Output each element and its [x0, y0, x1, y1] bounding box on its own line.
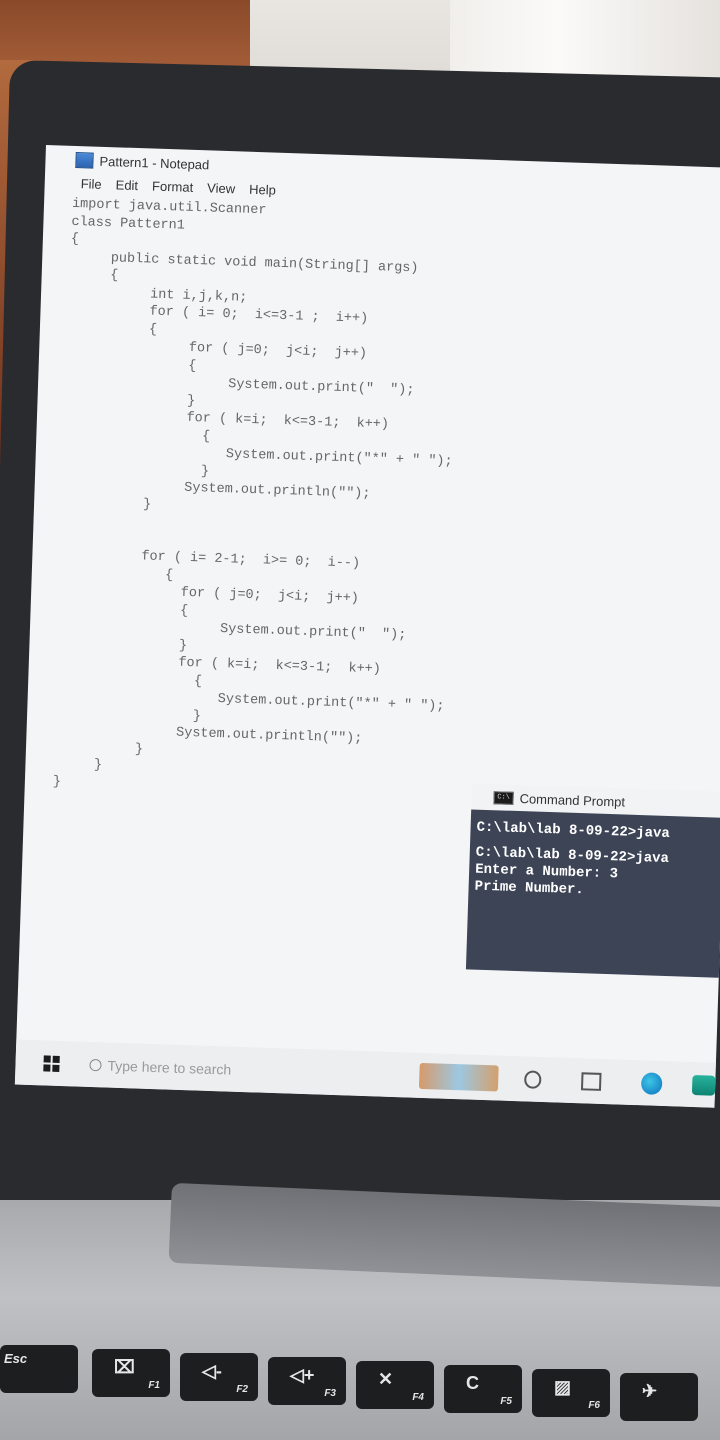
keyboard-key[interactable]: ◁+ F3	[268, 1357, 346, 1405]
taskbar-search[interactable]: Type here to search	[89, 1056, 330, 1080]
command-prompt-title: Command Prompt	[519, 790, 626, 810]
keyboard-key[interactable]: ▨ F6	[532, 1369, 610, 1417]
search-highlight-image[interactable]	[419, 1062, 499, 1092]
menu-view[interactable]: View	[207, 180, 235, 199]
windows-start-icon[interactable]	[43, 1054, 60, 1072]
function-key-row: Esc ⌧ F1 ◁- F2 ◁+ F3 ✕ F4 C F5 ▨ F6 ✈	[0, 1345, 720, 1440]
terminal-icon: C:\	[493, 790, 514, 805]
key-symbol-icon: ▨	[554, 1377, 572, 1397]
keyboard-key[interactable]: ✕ F4	[356, 1361, 434, 1409]
keyboard-key[interactable]: ⌧ F1	[92, 1349, 170, 1397]
code-editor[interactable]: import java.util.Scanner class Pattern1{ …	[53, 196, 712, 812]
key-label: F3	[324, 1388, 336, 1399]
key-label: F2	[236, 1384, 248, 1395]
keyboard-key[interactable]: Esc	[0, 1345, 78, 1393]
key-symbol-icon: ✈	[642, 1381, 658, 1401]
keyboard-key[interactable]: C F5	[444, 1365, 522, 1413]
key-symbol-icon: ◁-	[202, 1361, 222, 1381]
key-label: F4	[412, 1392, 424, 1403]
command-prompt-window[interactable]: C:\ Command Prompt C:\lab\lab 8-09-22>ja…	[465, 783, 720, 978]
task-view-icon[interactable]	[581, 1071, 602, 1091]
cortana-icon[interactable]	[523, 1069, 543, 1089]
keyboard-key[interactable]: ◁- F2	[180, 1353, 258, 1401]
key-symbol-icon: ⌧	[114, 1357, 135, 1377]
key-label: F1	[148, 1380, 160, 1391]
menu-file[interactable]: File	[80, 176, 101, 195]
menu-help[interactable]: Help	[249, 182, 276, 201]
key-label: F5	[500, 1396, 512, 1407]
keyboard-key[interactable]: ✈	[620, 1373, 698, 1421]
window-title: Pattern1 - Notepad	[99, 153, 210, 172]
key-symbol-icon: ◁+	[290, 1365, 315, 1385]
mail-icon[interactable]	[691, 1074, 716, 1096]
key-label: F6	[588, 1400, 600, 1411]
laptop-screen: Pattern1 - Notepad File Edit Format View…	[14, 145, 720, 1108]
key-symbol-icon: ✕	[378, 1369, 394, 1389]
menu-format[interactable]: Format	[152, 179, 194, 198]
notepad-icon	[75, 151, 94, 169]
command-prompt-output[interactable]: C:\lab\lab 8-09-22>java C:\lab\lab 8-09-2…	[465, 809, 720, 978]
key-symbol-icon: C	[466, 1373, 479, 1393]
edge-browser-icon[interactable]	[640, 1071, 663, 1095]
search-placeholder: Type here to search	[107, 1057, 232, 1078]
key-label: Esc	[4, 1351, 28, 1366]
search-icon	[89, 1058, 102, 1071]
menu-edit[interactable]: Edit	[115, 177, 138, 196]
